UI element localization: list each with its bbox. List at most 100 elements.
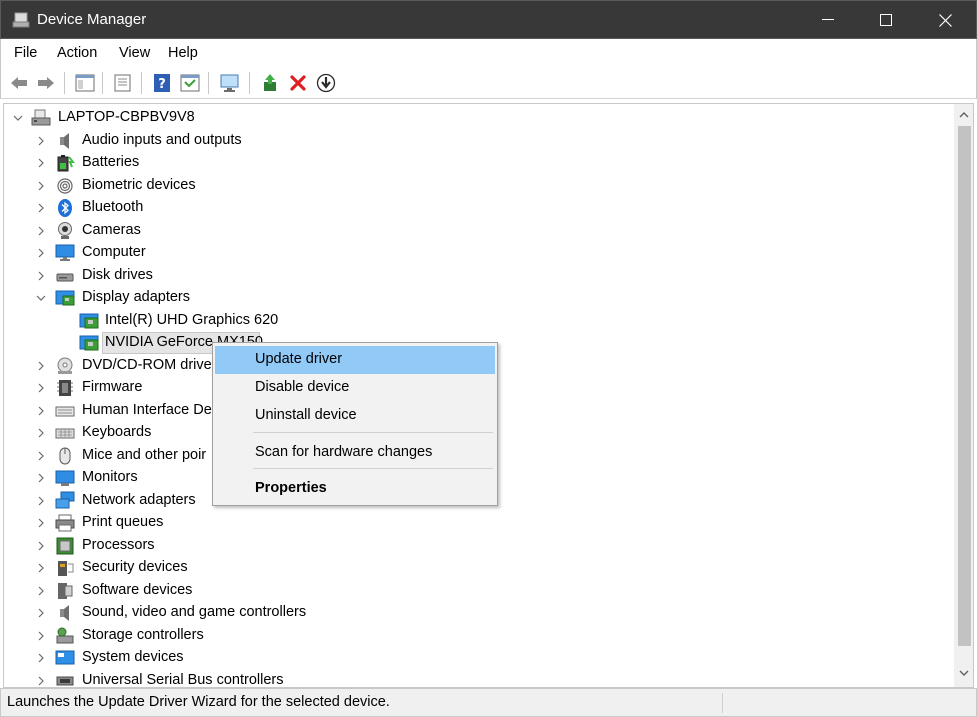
tree-category-label: Processors (82, 537, 155, 553)
chevron-right-icon[interactable] (36, 473, 46, 483)
chevron-right-icon[interactable] (36, 271, 46, 281)
chevron-down-icon[interactable] (13, 113, 23, 123)
chevron-right-icon[interactable] (36, 406, 46, 416)
enable-device-toolbar-button[interactable] (314, 71, 338, 95)
scan-hardware-button[interactable] (218, 71, 242, 95)
properties-button[interactable] (111, 71, 135, 95)
tree-category[interactable]: Security devices (4, 557, 944, 579)
monitor-scan-icon (220, 74, 239, 92)
tree-root[interactable]: LAPTOP-CBPBV9V8 (4, 107, 944, 129)
software-icon (58, 583, 73, 599)
tree-category[interactable]: Audio inputs and outputs (4, 130, 944, 152)
network-icon (55, 491, 75, 509)
tree-category[interactable]: Sound, video and game controllers (4, 602, 944, 624)
chevron-right-icon[interactable] (36, 181, 46, 191)
tree-category-label: Security devices (82, 559, 188, 575)
tree-category[interactable]: Storage controllers (4, 625, 944, 647)
title-bar: Device Manager (0, 0, 977, 39)
chevron-right-icon[interactable] (36, 203, 46, 213)
tree-category[interactable]: Print queues (4, 512, 944, 534)
tree-category[interactable]: Bluetooth (4, 197, 944, 219)
minimize-button[interactable] (799, 1, 857, 39)
chevron-right-icon[interactable] (36, 451, 46, 461)
battery-icon (57, 155, 75, 172)
status-bar-pane (722, 693, 972, 713)
tree-category[interactable]: System devices (4, 647, 944, 669)
tree-category[interactable]: Cameras (4, 220, 944, 242)
chevron-right-icon[interactable] (36, 563, 46, 573)
tree-category[interactable]: Biometric devices (4, 175, 944, 197)
tree-category[interactable]: Universal Serial Bus controllers (4, 670, 944, 688)
back-button[interactable] (7, 71, 31, 95)
maximize-button[interactable] (857, 1, 915, 39)
show-hide-console-tree-button[interactable] (73, 71, 97, 95)
console-tree-icon (75, 74, 95, 92)
context-item-label: Properties (255, 480, 327, 496)
chevron-right-icon[interactable] (36, 496, 46, 506)
chevron-right-icon[interactable] (36, 361, 46, 371)
bluetooth-icon (58, 199, 72, 217)
action-pane-button[interactable] (178, 71, 202, 95)
close-icon (938, 13, 952, 27)
tree-category[interactable]: Disk drives (4, 265, 944, 287)
chevron-right-icon[interactable] (36, 631, 46, 641)
chevron-right-icon[interactable] (36, 608, 46, 618)
tree-category[interactable]: Batteries (4, 152, 944, 174)
update-driver-icon (264, 74, 276, 91)
chevron-right-icon[interactable] (36, 158, 46, 168)
chevron-right-icon[interactable] (36, 586, 46, 596)
chevron-right-icon[interactable] (36, 383, 46, 393)
chevron-right-icon[interactable] (36, 136, 46, 146)
uninstall-toolbar-button[interactable] (286, 71, 310, 95)
context-uninstall-device[interactable]: Uninstall device (215, 402, 495, 430)
chevron-right-icon[interactable] (36, 428, 46, 438)
tree-device-label: Intel(R) UHD Graphics 620 (105, 312, 279, 328)
menu-file[interactable]: File (14, 45, 37, 61)
menu-help[interactable]: Help (168, 45, 198, 61)
tree-category-label: Storage controllers (82, 627, 204, 643)
scroll-up-icon[interactable] (959, 110, 969, 120)
download-arrow-icon (316, 73, 336, 93)
tree-category[interactable]: Computer (4, 242, 944, 264)
context-disable-device[interactable]: Disable device (215, 374, 495, 402)
tree-category-label: Human Interface De (82, 402, 212, 418)
status-text: Launches the Update Driver Wizard for th… (7, 694, 390, 710)
tree-category[interactable]: Processors (4, 535, 944, 557)
vertical-scrollbar[interactable] (954, 103, 974, 688)
tree-category[interactable]: Display adapters (4, 287, 944, 309)
properties-icon (114, 74, 131, 92)
chevron-right-icon[interactable] (36, 518, 46, 528)
camera-icon (58, 222, 72, 239)
gpu-icon (79, 313, 99, 329)
chevron-right-icon[interactable] (36, 226, 46, 236)
scrollbar-thumb[interactable] (958, 126, 971, 646)
display-adapter-icon (55, 290, 75, 306)
menu-bar: File Action View Help (0, 39, 977, 67)
update-driver-toolbar-button[interactable] (258, 71, 282, 95)
menu-view[interactable]: View (119, 45, 150, 61)
context-item-label: Uninstall device (255, 407, 357, 423)
chevron-down-icon[interactable] (36, 293, 46, 303)
tree-category[interactable]: Software devices (4, 580, 944, 602)
tree-device[interactable]: Intel(R) UHD Graphics 620 (4, 310, 944, 332)
context-update-driver[interactable]: Update driver (215, 346, 495, 374)
help-button[interactable]: ? (150, 71, 174, 95)
context-properties[interactable]: Properties (215, 475, 495, 503)
maximize-icon (880, 14, 892, 26)
chevron-right-icon[interactable] (36, 248, 46, 258)
chevron-right-icon[interactable] (36, 541, 46, 551)
red-x-icon (290, 75, 306, 91)
scroll-down-icon[interactable] (959, 668, 969, 678)
system-icon (55, 650, 75, 665)
svg-text:?: ? (158, 77, 166, 92)
forward-button[interactable] (34, 71, 58, 95)
chevron-right-icon[interactable] (36, 676, 46, 686)
printer-icon (55, 514, 75, 532)
device-manager-icon (12, 12, 30, 28)
chevron-right-icon[interactable] (36, 653, 46, 663)
menu-action[interactable]: Action (57, 45, 97, 61)
tree-category-label: Universal Serial Bus controllers (82, 672, 284, 688)
gpu-icon (79, 335, 99, 351)
context-scan-hardware[interactable]: Scan for hardware changes (215, 439, 495, 467)
close-button[interactable] (916, 1, 974, 39)
